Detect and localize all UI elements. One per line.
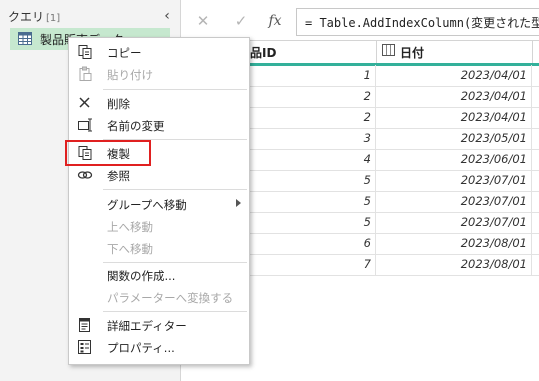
cell-date[interactable]: 2023/05/01 [376, 128, 532, 149]
menu-label: 下へ移動 [107, 242, 153, 256]
cell-date[interactable]: 2023/08/01 [376, 254, 532, 275]
menu-label: 複製 [107, 147, 130, 161]
paste-icon [79, 66, 92, 81]
copy-icon [78, 45, 92, 59]
confirm-formula-button[interactable]: ✓ [228, 10, 254, 32]
rename-icon [78, 118, 92, 132]
calendar-icon [382, 44, 395, 56]
cell-date[interactable]: 2023/04/01 [376, 86, 532, 107]
menu-item-copy[interactable]: コピー [69, 41, 249, 63]
menu-item-create-function[interactable]: 関数の作成... [69, 264, 249, 286]
cell-date[interactable]: 2023/06/01 [376, 149, 532, 170]
table-icon [18, 32, 32, 45]
properties-icon [78, 340, 91, 354]
queries-pane-header: クエリ [1] ‹ [0, 6, 180, 26]
menu-label: コピー [107, 46, 142, 60]
menu-label: 詳細エディター [107, 319, 187, 333]
menu-item-duplicate[interactable]: 複製 [65, 140, 249, 166]
cell-date[interactable]: 2023/04/01 [376, 65, 532, 86]
link-icon [77, 171, 93, 179]
menu-label: パラメーターへ変換する [107, 291, 234, 305]
menu-item-convert-to-parameter[interactable]: パラメーターへ変換する [69, 286, 249, 308]
menu-separator [103, 262, 247, 263]
menu-label: 参照 [107, 169, 130, 183]
menu-separator [103, 89, 247, 90]
menu-item-reference[interactable]: 参照 [69, 164, 249, 186]
context-menu: コピー 貼り付け 削除 名前の変更 複製 参照 グループへ移動 上へ移動 下へ移… [65, 37, 250, 365]
advanced-editor-icon [79, 318, 90, 332]
menu-item-move-to-group[interactable]: グループへ移動 [69, 193, 249, 215]
menu-item-delete[interactable]: 削除 [69, 92, 249, 114]
menu-label: 上へ移動 [107, 220, 153, 234]
queries-title-label: クエリ [8, 10, 45, 24]
menu-separator [103, 311, 247, 312]
cell-date[interactable]: 2023/08/01 [376, 233, 532, 254]
column-header-label: 品ID [250, 46, 277, 60]
menu-label: プロパティ... [107, 341, 175, 355]
cell-date[interactable]: 2023/07/01 [376, 191, 532, 212]
delete-icon [79, 97, 90, 108]
menu-item-advanced-editor[interactable]: 詳細エディター [69, 314, 249, 336]
menu-item-paste[interactable]: 貼り付け [69, 63, 249, 85]
menu-label: 関数の作成... [107, 269, 176, 283]
menu-label: 名前の変更 [107, 119, 165, 133]
menu-separator [103, 189, 247, 190]
formula-text: = Table.AddIndexColumn(変更された型, [305, 16, 539, 30]
menu-item-move-down[interactable]: 下へ移動 [69, 237, 249, 259]
cell-date[interactable]: 2023/04/01 [376, 107, 532, 128]
menu-item-move-up[interactable]: 上へ移動 [69, 215, 249, 237]
menu-label: グループへ移動 [107, 198, 187, 212]
duplicate-icon [78, 146, 92, 160]
menu-label: 貼り付け [107, 68, 153, 82]
collapse-pane-button[interactable]: ‹ [160, 6, 174, 26]
cancel-formula-button[interactable]: ✕ [190, 10, 216, 32]
cell-date[interactable]: 2023/07/01 [376, 212, 532, 233]
submenu-arrow-icon [236, 199, 241, 207]
fx-icon[interactable]: fx [262, 10, 288, 32]
menu-item-properties[interactable]: プロパティ... [69, 336, 249, 358]
column-header-date[interactable]: 日付 [376, 41, 533, 63]
menu-label: 削除 [107, 97, 130, 111]
formula-input[interactable]: = Table.AddIndexColumn(変更された型, [296, 8, 539, 36]
formula-bar: ✕ ✓ fx = Table.AddIndexColumn(変更された型, [186, 6, 539, 36]
queries-pane-title: クエリ [1] [8, 8, 60, 25]
query-count: [1] [46, 13, 61, 24]
column-header-label: 日付 [400, 46, 425, 60]
cell-date[interactable]: 2023/07/01 [376, 170, 532, 191]
menu-item-rename[interactable]: 名前の変更 [69, 114, 249, 136]
